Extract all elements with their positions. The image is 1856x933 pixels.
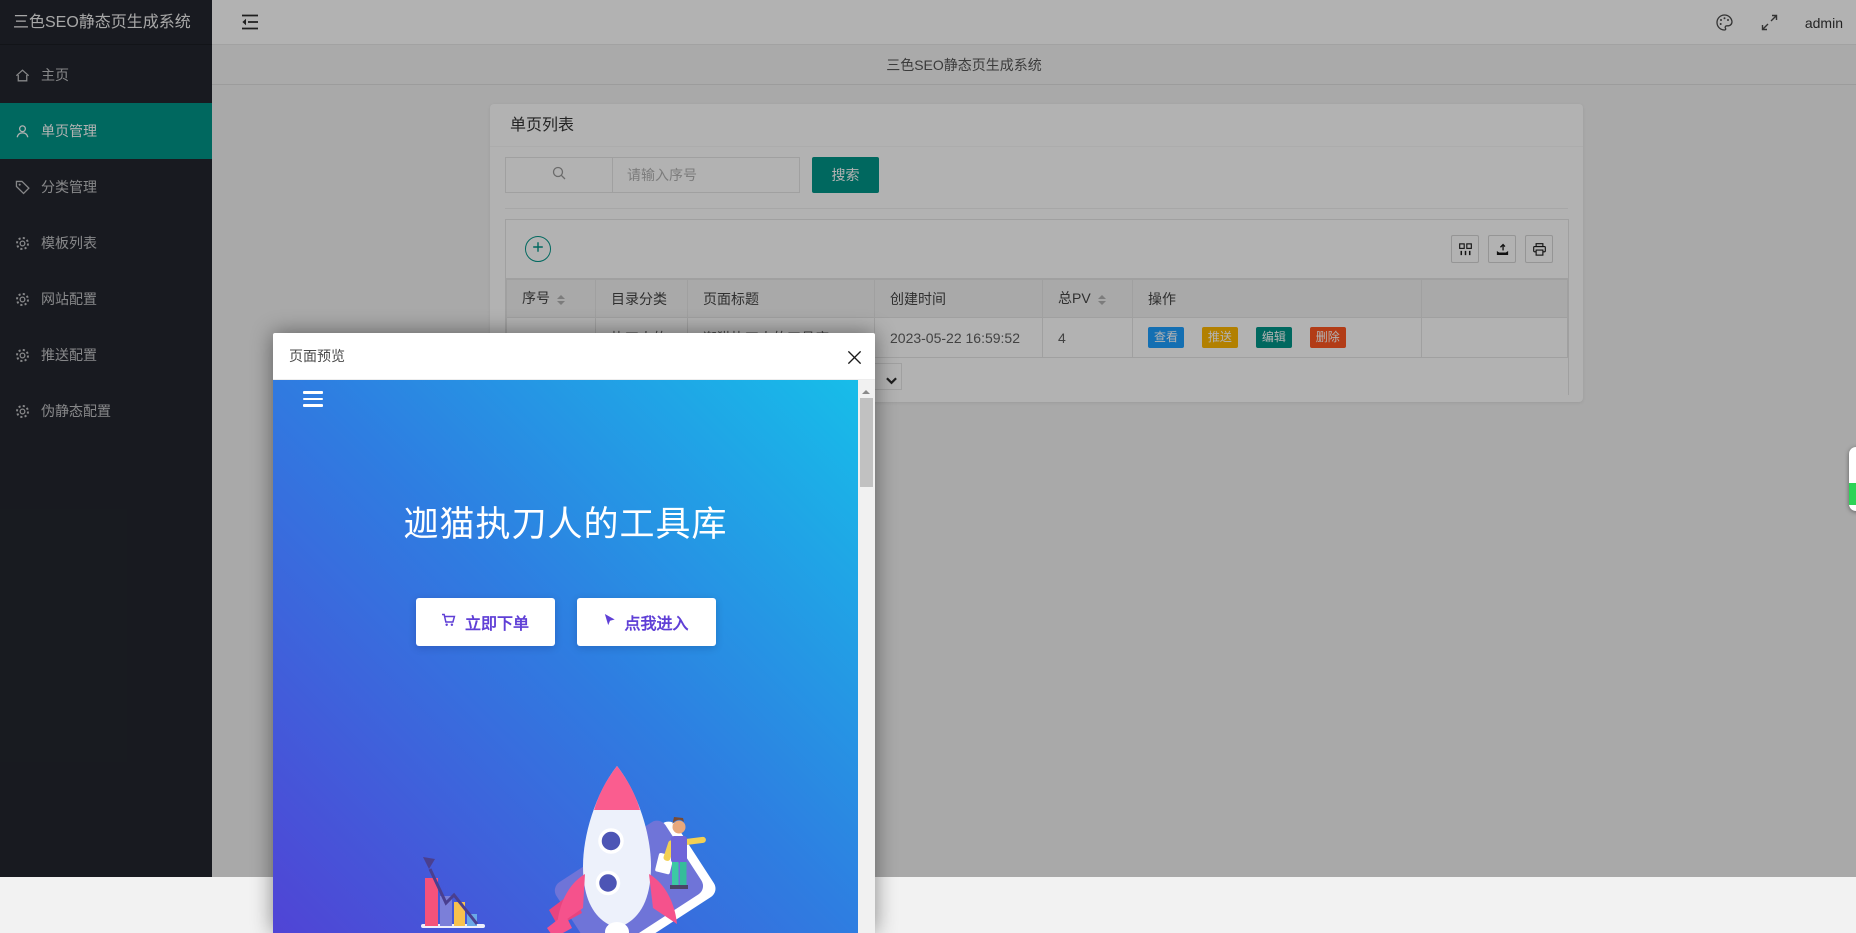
enter-site-button[interactable]: 点我进入 [576, 598, 716, 646]
preview-heading: 迦猫执刀人的工具库 [403, 505, 728, 544]
rocket-illustration [421, 766, 716, 933]
scroll-up-icon[interactable] [862, 386, 870, 394]
cursor-icon [603, 613, 616, 632]
close-icon[interactable] [843, 346, 865, 368]
modal-body: 迦猫执刀人的工具库 立即下单 点我进入 [273, 380, 875, 933]
modal-title: 页面预览 [289, 348, 345, 364]
preview-scrollbar[interactable] [858, 380, 875, 933]
cart-icon [441, 613, 457, 632]
preview-iframe: 迦猫执刀人的工具库 立即下单 点我进入 [273, 380, 858, 933]
enter-site-label: 点我进入 [624, 616, 689, 633]
scrollbar-thumb[interactable] [860, 398, 873, 487]
page-preview-modal: 页面预览 迦猫执刀人的工具库 立即下单 点我进入 [273, 333, 875, 933]
modal-header: 页面预览 [273, 333, 875, 380]
order-now-button[interactable]: 立即下单 [415, 598, 555, 646]
preview-buttons: 立即下单 点我进入 [273, 598, 858, 646]
edge-widget[interactable] [1849, 447, 1856, 511]
hamburger-menu-icon[interactable] [303, 391, 323, 411]
order-now-label: 立即下单 [464, 616, 529, 633]
edge-widget-green-segment [1849, 483, 1856, 505]
